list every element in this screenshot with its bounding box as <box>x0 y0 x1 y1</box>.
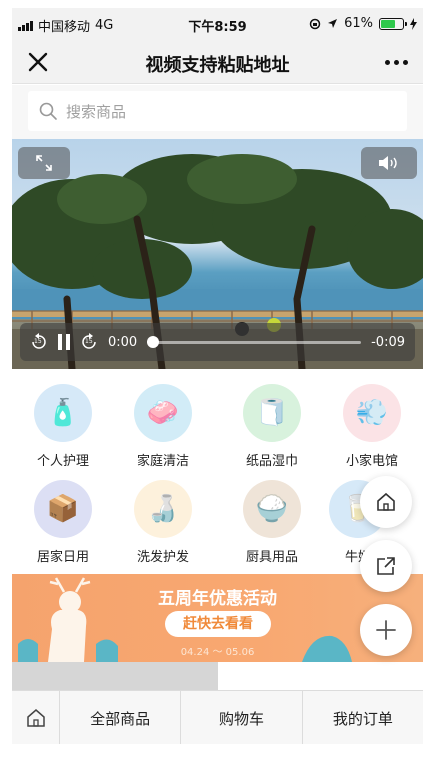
home-icon <box>377 492 395 511</box>
more-icon <box>384 59 390 65</box>
forward-button[interactable]: 15 <box>80 333 98 351</box>
location-icon <box>328 19 338 28</box>
video-controls: 15 15 0:00 -0:09 <box>20 323 415 361</box>
category-grid: 🧴 个人护理 🧼 家庭清洁 🧻 纸品湿巾 💨 小家电馆 📦 居家日用 🍶 洗发护… <box>12 372 423 572</box>
tab-my-orders[interactable]: 我的订单 <box>303 691 423 744</box>
current-time: 0:00 <box>108 334 138 350</box>
banner-cta-button[interactable]: 赶快去看看 <box>165 611 271 637</box>
pause-button[interactable] <box>58 334 70 350</box>
category-label: 居家日用 <box>36 550 89 565</box>
home-float-button[interactable] <box>360 476 412 528</box>
home-icon <box>26 709 45 727</box>
status-right: 61% <box>309 16 417 31</box>
category-label: 纸品湿巾 <box>245 454 298 469</box>
placeholder-strip <box>12 662 218 690</box>
promo-banner[interactable]: 五周年优惠活动 赶快去看看 04.24 ～ 05.06 <box>12 574 423 662</box>
nav-bar: 视频支持粘贴地址 <box>12 40 423 84</box>
battery-icon <box>379 17 407 30</box>
cleaning-icon: 🧼 <box>134 384 192 442</box>
category-label: 小家电馆 <box>345 454 398 469</box>
category-item[interactable]: 🧴 个人护理 <box>13 384 113 469</box>
app-frame: 中国移动 4G 下午8:59 61% 视频支持粘贴地址 搜索商品 15 15 0… <box>12 8 423 744</box>
tissue-icon: 🧻 <box>243 384 301 442</box>
category-label: 家庭清洁 <box>136 454 189 469</box>
fullscreen-button[interactable] <box>18 147 70 179</box>
forward-label: 15 <box>85 338 93 345</box>
home-goods-icon: 📦 <box>34 480 92 538</box>
category-item[interactable]: 💨 小家电馆 <box>322 384 422 469</box>
bottom-tab-bar: 全部商品 购物车 我的订单 <box>12 690 423 744</box>
search-icon <box>39 102 57 120</box>
charging-icon <box>410 17 417 30</box>
pause-icon <box>58 334 70 350</box>
banner-dates: 04.24 ～ 05.06 <box>180 647 255 658</box>
appliance-icon: 💨 <box>343 384 401 442</box>
category-item[interactable]: 📦 居家日用 <box>13 480 113 565</box>
page-title: 视频支持粘贴地址 <box>145 55 290 76</box>
battery-percent: 61% <box>344 16 373 31</box>
volume-button[interactable] <box>361 147 417 179</box>
kitchen-icon: 🍚 <box>243 480 301 538</box>
more-button[interactable] <box>381 50 411 74</box>
tab-home[interactable] <box>12 691 60 744</box>
tab-cart[interactable]: 购物车 <box>181 691 303 744</box>
plus-icon <box>376 620 396 640</box>
search-input[interactable]: 搜索商品 <box>28 91 407 131</box>
add-float-button[interactable] <box>360 604 412 656</box>
personal-care-icon: 🧴 <box>34 384 92 442</box>
category-item[interactable]: 🧻 纸品湿巾 <box>222 384 322 469</box>
search-area: 搜索商品 <box>12 85 423 139</box>
search-placeholder: 搜索商品 <box>66 102 127 121</box>
category-item[interactable]: 🧼 家庭清洁 <box>113 384 213 469</box>
progress-knob[interactable] <box>147 335 160 348</box>
category-item[interactable]: 🍚 厨具用品 <box>222 480 322 565</box>
expand-icon <box>36 155 52 171</box>
tab-all-products[interactable]: 全部商品 <box>60 691 182 744</box>
category-label: 洗发护发 <box>136 550 189 565</box>
banner-title: 五周年优惠活动 <box>158 589 277 609</box>
share-float-button[interactable] <box>360 540 412 592</box>
progress-slider[interactable] <box>147 335 362 348</box>
rewind-label: 15 <box>34 338 42 345</box>
category-item[interactable]: 🍶 洗发护发 <box>113 480 213 565</box>
rotation-lock-icon <box>309 18 321 29</box>
category-label: 个人护理 <box>36 454 89 469</box>
remaining-time: -0:09 <box>371 334 405 350</box>
video-player[interactable]: 15 15 0:00 -0:09 <box>12 139 423 369</box>
category-label: 厨具用品 <box>245 550 298 565</box>
share-icon <box>377 557 395 575</box>
status-bar: 中国移动 4G 下午8:59 61% <box>12 8 423 40</box>
rewind-button[interactable]: 15 <box>30 333 48 351</box>
shampoo-icon: 🍶 <box>134 480 192 538</box>
volume-icon <box>379 156 397 170</box>
